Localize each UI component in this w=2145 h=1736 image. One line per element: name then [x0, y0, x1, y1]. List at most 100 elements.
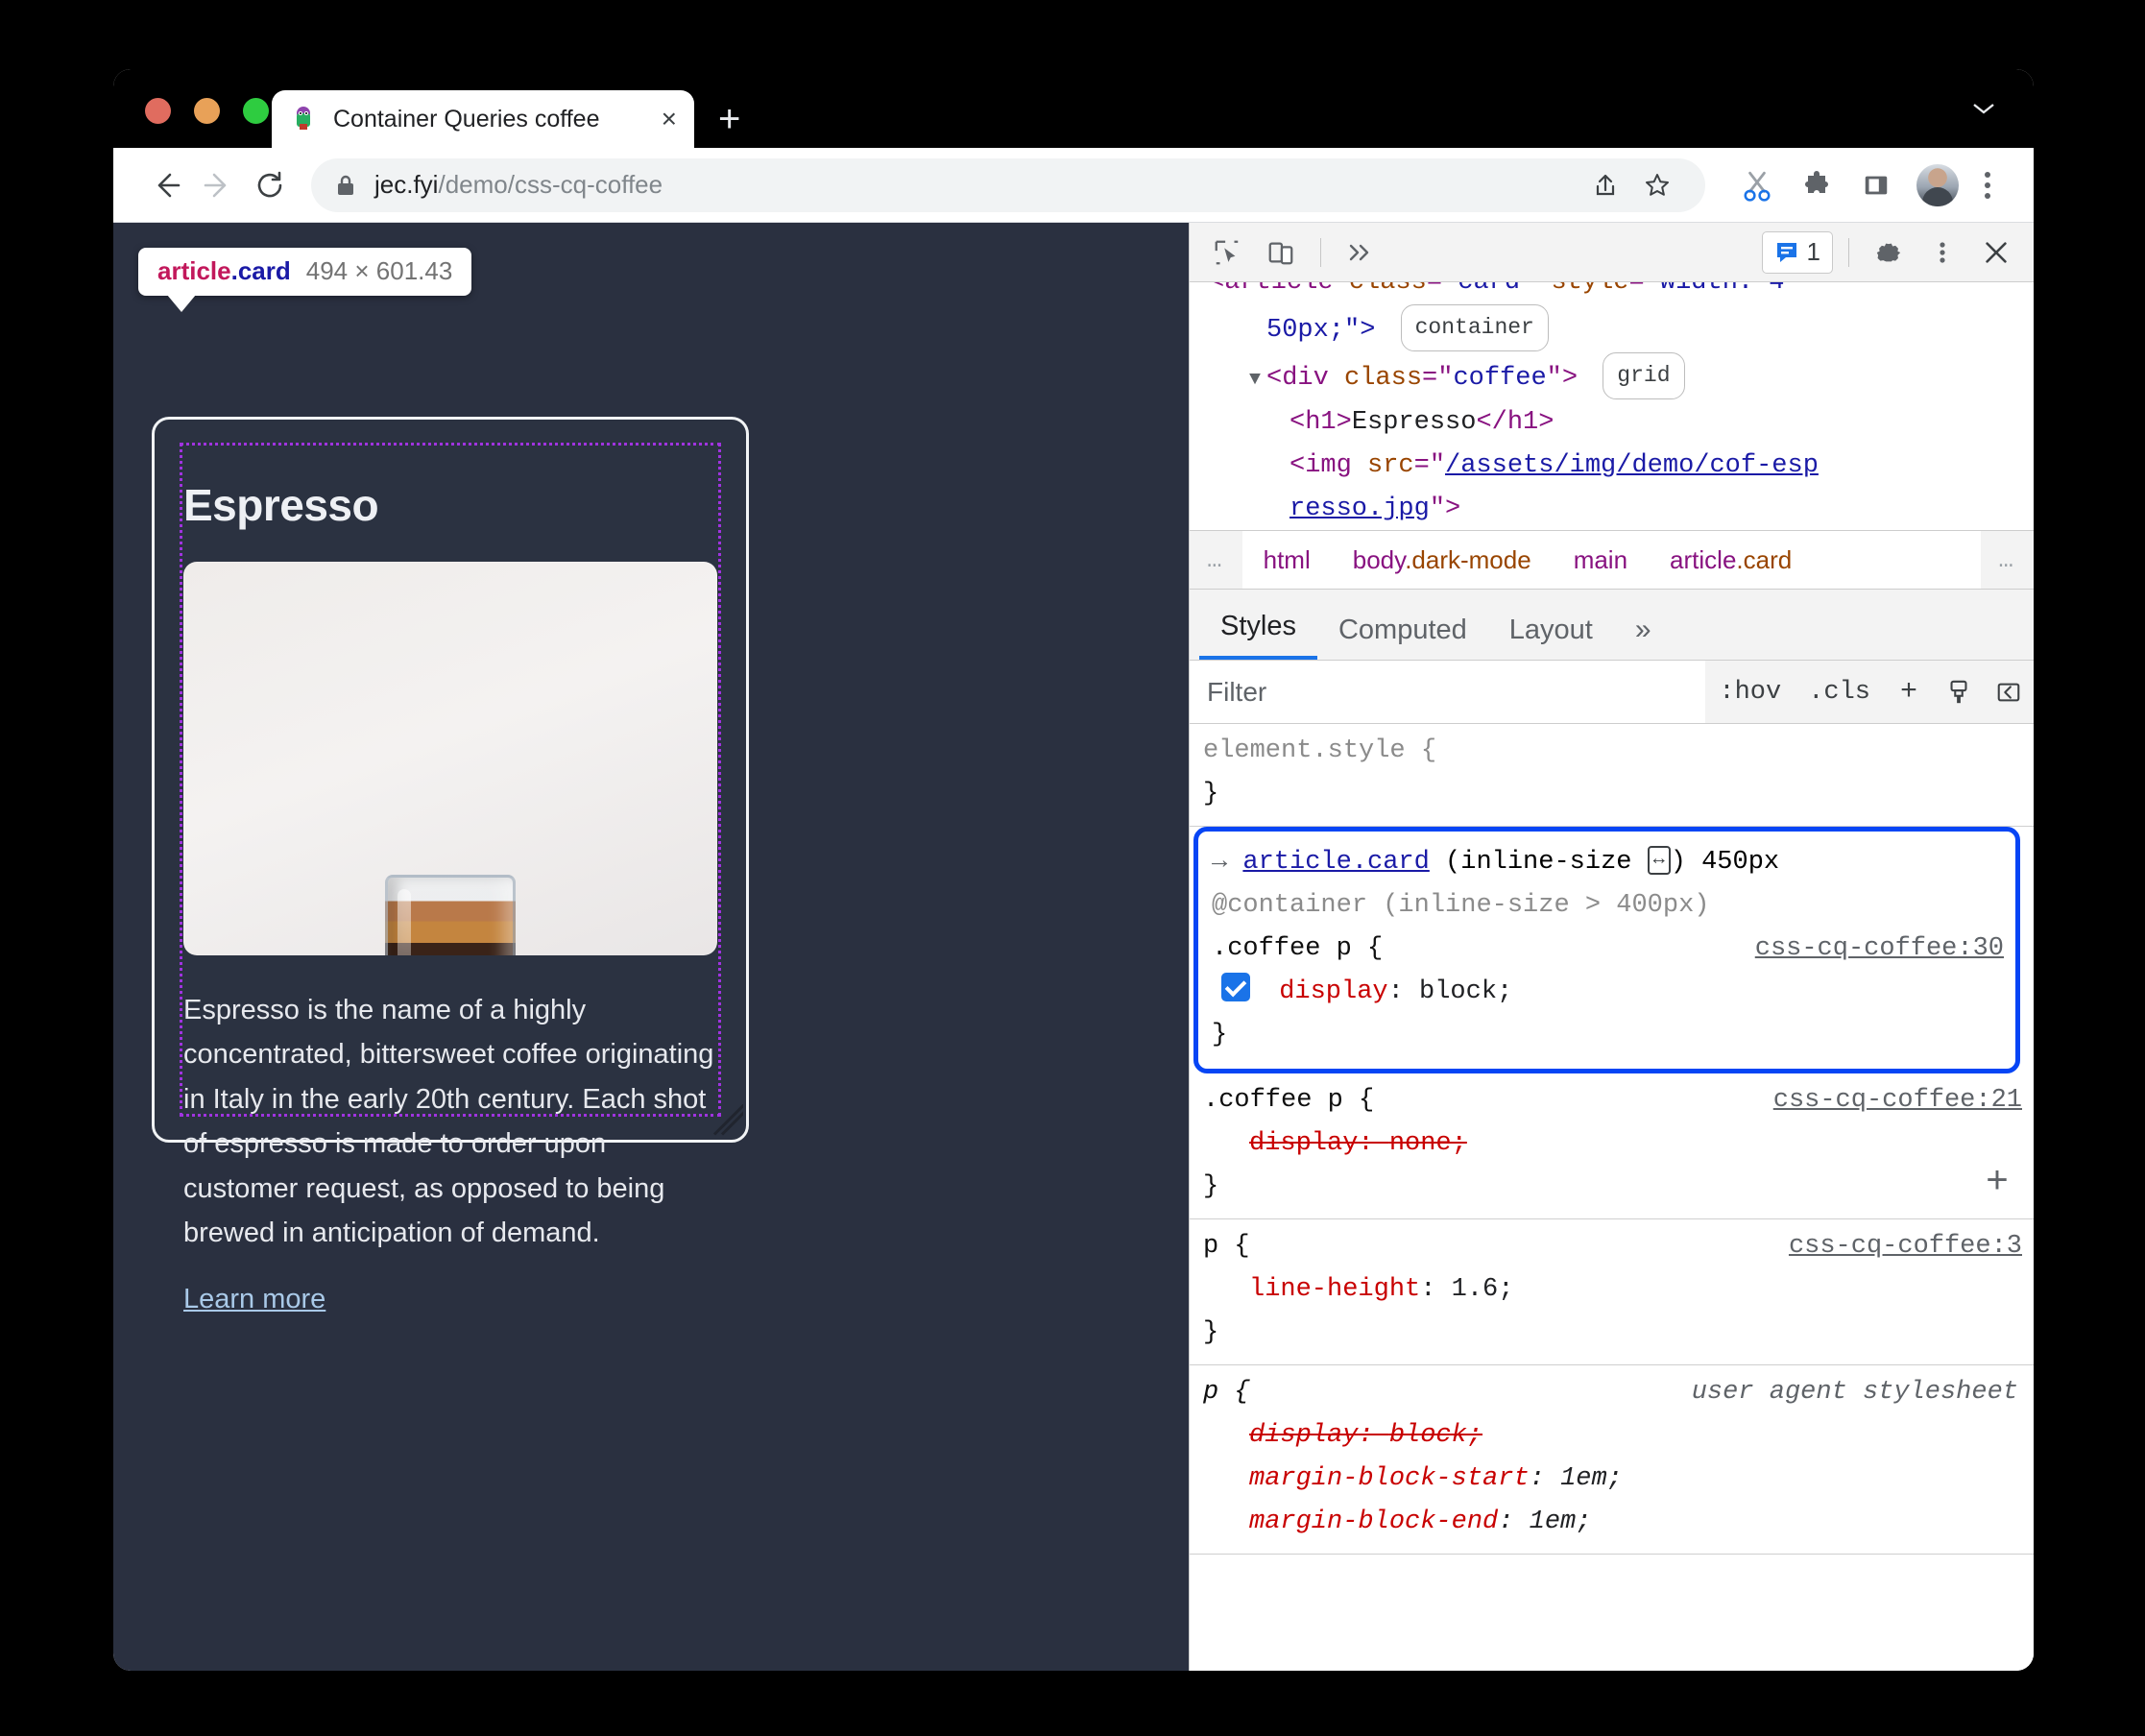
dom-tree: <article class="card" style="width: 4 50… — [1190, 282, 2034, 530]
sidebar-panel-icon[interactable] — [1849, 158, 1903, 212]
value-margin-block-end[interactable]: 1em; — [1530, 1507, 1592, 1536]
page-viewport: article.card 494 × 601.43 Espresso Espres… — [113, 223, 1189, 1671]
maximize-window-button[interactable] — [243, 98, 269, 124]
more-panels-chevron-icon[interactable] — [1337, 231, 1385, 274]
selector-coffee-p[interactable]: .coffee p { — [1203, 1086, 1374, 1115]
reload-button[interactable] — [244, 159, 296, 211]
back-button[interactable] — [140, 159, 192, 211]
property-margin-block-start[interactable]: margin-block-start — [1203, 1458, 1530, 1501]
breadcrumb-item-html[interactable]: html — [1242, 545, 1332, 575]
dom-line-article-clipped[interactable]: <article class="card" style="width: 4 — [1190, 282, 2034, 304]
address-bar[interactable]: jec.fyi/demo/css-cq-coffee — [311, 157, 1705, 212]
close-tab-button[interactable]: × — [662, 106, 677, 133]
lock-icon — [336, 174, 355, 197]
devtools-panel: 1 <article class="card" style="width: 4 … — [1189, 223, 2034, 1671]
inspect-element-icon[interactable] — [1203, 231, 1251, 274]
desktop-background: Container Queries coffee × + jec.fyi/dem… — [0, 0, 2145, 1736]
property-display-none[interactable]: display — [1203, 1122, 1358, 1166]
container-chip[interactable]: container — [1400, 304, 1549, 351]
value-none[interactable]: none; — [1389, 1129, 1467, 1158]
breadcrumb-item-body[interactable]: body.dark-mode — [1332, 545, 1553, 575]
extensions-puzzle-icon[interactable] — [1790, 158, 1844, 212]
styles-filter-row: :hov .cls + — [1190, 661, 2034, 724]
add-declaration-button[interactable]: + — [1986, 1162, 2009, 1205]
browser-content: article.card 494 × 601.43 Espresso Espres… — [113, 223, 2034, 1671]
paintbrush-icon[interactable] — [1934, 679, 1984, 706]
dom-line-style-continuation[interactable]: 50px;"> container — [1190, 304, 2034, 352]
resize-handle[interactable] — [711, 1104, 743, 1137]
filter-input[interactable] — [1190, 661, 1706, 723]
rule-element-style[interactable]: element.style { } — [1190, 724, 2034, 827]
rule-container-query[interactable]: → article.card (inline-size ↔) 450px @co… — [1193, 827, 2020, 1073]
browser-window: Container Queries coffee × + jec.fyi/dem… — [113, 69, 2034, 1671]
value-block[interactable]: block; — [1419, 977, 1512, 1006]
dom-line-h1[interactable]: <h1>Espresso</h1> — [1190, 401, 2034, 445]
tab-layout[interactable]: Layout — [1488, 615, 1614, 660]
selector-element-style[interactable]: element.style { — [1203, 736, 1436, 765]
window-controls[interactable] — [145, 98, 269, 124]
device-toolbar-icon[interactable] — [1257, 231, 1305, 274]
dom-img-src[interactable]: /assets/img/demo/cof-esp — [1445, 451, 1819, 480]
cls-button[interactable]: .cls — [1795, 678, 1884, 707]
share-icon[interactable] — [1582, 162, 1628, 208]
breadcrumb-left-overflow[interactable]: … — [1190, 545, 1242, 574]
article-card[interactable]: Espresso Espresso is the name of a highl… — [152, 417, 749, 1314]
settings-gear-icon[interactable] — [1865, 231, 1913, 274]
scissors-icon[interactable] — [1730, 158, 1784, 212]
badge-dimensions: 494 × 601.43 — [305, 256, 453, 285]
selector-p-ua: p { — [1203, 1378, 1250, 1407]
dom-line-img[interactable]: <img src="/assets/img/demo/cof-esp — [1190, 445, 2034, 488]
breadcrumb-right-overflow[interactable]: … — [1981, 545, 2034, 574]
value-margin-block-start[interactable]: 1em; — [1560, 1464, 1623, 1493]
tab-overflow-chevron-icon[interactable]: » — [1614, 614, 1673, 660]
hov-button[interactable]: :hov — [1705, 678, 1795, 707]
issues-badge[interactable]: 1 — [1761, 230, 1833, 274]
source-link-21[interactable]: css-cq-coffee:21 — [1773, 1079, 2022, 1122]
badge-element-name: article — [157, 256, 231, 285]
tab-styles[interactable]: Styles — [1199, 611, 1317, 660]
breadcrumb-item-main[interactable]: main — [1553, 545, 1649, 575]
profile-avatar[interactable] — [1916, 163, 1959, 206]
devtools-menu-icon[interactable] — [1918, 231, 1966, 274]
rule-close-brace: } — [1203, 780, 1219, 808]
dom-line-img-continuation[interactable]: resso.jpg"> — [1190, 488, 2034, 530]
browser-tab[interactable]: Container Queries coffee × — [272, 90, 694, 148]
url-host: jec.fyi — [374, 170, 439, 199]
dom-line-div-coffee[interactable]: ▼ <div class="coffee"> grid — [1190, 352, 2034, 401]
close-window-button[interactable] — [145, 98, 171, 124]
learn-more-link[interactable]: Learn more — [183, 1284, 325, 1315]
minimize-window-button[interactable] — [194, 98, 220, 124]
property-display[interactable]: display — [1265, 971, 1387, 1014]
source-link-30[interactable]: css-cq-coffee:30 — [1755, 928, 2004, 971]
expand-triangle-icon[interactable]: ▼ — [1249, 369, 1261, 391]
bookmark-star-icon[interactable] — [1634, 162, 1680, 208]
user-agent-label: user agent stylesheet — [1691, 1378, 2018, 1407]
selector-coffee-p-active[interactable]: .coffee p { — [1212, 934, 1383, 963]
container-link[interactable]: article.card — [1242, 848, 1429, 877]
close-devtools-icon[interactable] — [1972, 231, 2020, 274]
grid-chip[interactable]: grid — [1603, 352, 1685, 399]
chevron-down-icon[interactable] — [1972, 102, 1995, 115]
declaration-checkbox[interactable] — [1221, 973, 1250, 1001]
computed-sidebar-toggle-icon[interactable] — [1984, 679, 2034, 706]
url-text: jec.fyi/demo/css-cq-coffee — [374, 170, 663, 200]
rule-p-line-height[interactable]: p { css-cq-coffee:3 line-height: 1.6; } — [1190, 1219, 2034, 1365]
property-line-height[interactable]: line-height — [1203, 1268, 1420, 1312]
toolbar-divider — [1320, 237, 1321, 267]
chrome-menu-icon[interactable] — [1968, 171, 2007, 199]
rule-user-agent[interactable]: p { user agent stylesheet display: block… — [1190, 1365, 2034, 1555]
omnibox-actions — [1582, 162, 1680, 208]
selector-p[interactable]: p { — [1203, 1232, 1250, 1261]
badge-class-name: .card — [230, 256, 291, 285]
property-margin-block-end[interactable]: margin-block-end — [1203, 1501, 1498, 1544]
value-display-ua[interactable]: block; — [1389, 1421, 1482, 1450]
new-tab-button[interactable]: + — [718, 100, 740, 138]
tab-computed[interactable]: Computed — [1317, 615, 1488, 660]
source-link-3[interactable]: css-cq-coffee:3 — [1789, 1225, 2022, 1268]
new-style-rule-icon[interactable]: + — [1884, 676, 1934, 709]
value-line-height[interactable]: 1.6; — [1452, 1275, 1514, 1304]
property-display-ua[interactable]: display — [1203, 1414, 1358, 1458]
breadcrumb-item-article-card[interactable]: article.card — [1649, 545, 1813, 575]
forward-button[interactable] — [192, 159, 244, 211]
rule-coffee-p-overridden[interactable]: .coffee p { css-cq-coffee:21 display: no… — [1190, 1073, 2034, 1219]
